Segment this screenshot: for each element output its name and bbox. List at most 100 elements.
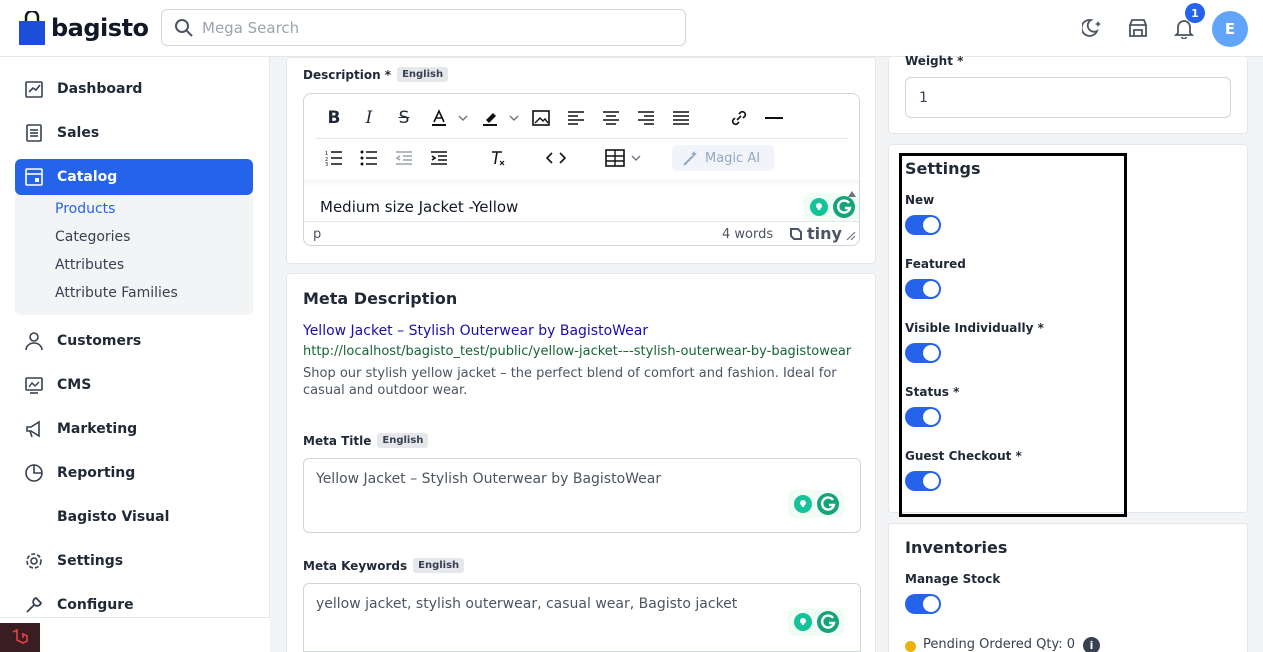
dashboard-icon	[23, 78, 45, 100]
notification-badge: 1	[1185, 3, 1205, 23]
manage-stock-toggle[interactable]	[905, 594, 941, 614]
sidebar-item-label: Dashboard	[57, 81, 143, 97]
lightbulb-icon	[793, 613, 812, 631]
sidebar-item-label: Configure	[57, 597, 134, 613]
search-input[interactable]	[202, 18, 642, 37]
meta-description-title: Meta Description	[303, 289, 458, 308]
chevron-down-icon[interactable]	[449, 104, 477, 132]
sidebar: Dashboard Sales Catalog Products Categor…	[0, 57, 270, 652]
submenu-attribute-families[interactable]: Attribute Families	[55, 285, 178, 301]
sidebar-footer	[0, 617, 270, 652]
storefront-icon[interactable]	[1126, 16, 1150, 40]
grammarly-icon	[816, 493, 839, 515]
sidebar-item-catalog[interactable]: Catalog	[15, 159, 253, 195]
catalog-submenu: Products Categories Attributes Attribute…	[15, 195, 253, 315]
pending-status-dot	[905, 641, 916, 652]
language-badge: English	[413, 558, 465, 573]
submenu-attributes[interactable]: Attributes	[55, 257, 124, 273]
resize-handle-icon[interactable]	[846, 230, 856, 245]
bagisto-logo[interactable]: bagisto	[19, 11, 149, 45]
align-center-icon[interactable]	[597, 104, 625, 132]
dark-mode-icon[interactable]	[1081, 16, 1105, 40]
reporting-icon	[23, 462, 45, 484]
catalog-icon	[23, 166, 45, 188]
settings-icon	[23, 550, 45, 572]
sidebar-item-marketing[interactable]: Marketing	[15, 411, 253, 447]
sidebar-item-label: Catalog	[57, 169, 118, 185]
sales-icon	[23, 122, 45, 144]
configure-icon	[23, 594, 45, 616]
clear-formatting-icon[interactable]	[483, 144, 511, 172]
laravel-debugbar-icon[interactable]	[0, 623, 40, 652]
chevron-down-icon[interactable]	[500, 104, 528, 132]
weight-label: Weight *	[905, 54, 964, 68]
bullet-list-icon[interactable]	[355, 144, 383, 172]
italic-icon[interactable]: I	[355, 104, 383, 132]
cms-icon	[23, 374, 45, 396]
horizontal-rule-icon[interactable]	[760, 104, 788, 132]
pending-ordered-qty: Pending Ordered Qty: 0	[923, 637, 1076, 652]
meta-keywords-field[interactable]: yellow jacket, stylish outerwear, casual…	[303, 583, 861, 652]
sidebar-item-label: Settings	[57, 553, 124, 569]
manage-stock-label: Manage Stock	[905, 572, 1001, 586]
mega-search[interactable]	[161, 9, 686, 46]
sidebar-item-label: CMS	[57, 377, 92, 393]
lightbulb-icon	[793, 495, 812, 513]
sidebar-item-reporting[interactable]: Reporting	[15, 455, 253, 491]
editor-toolbar-row-2: 123 Magic AI	[304, 138, 859, 178]
sidebar-item-sales[interactable]: Sales	[15, 115, 253, 151]
sidebar-item-bagisto-visual[interactable]: Bagisto Visual	[15, 499, 253, 535]
align-justify-icon[interactable]	[667, 104, 695, 132]
magic-wand-icon	[683, 151, 697, 166]
avatar[interactable]: E	[1212, 11, 1248, 47]
tiny-brand[interactable]: tiny	[788, 224, 842, 243]
weight-input[interactable]: 1	[905, 77, 1231, 118]
marketing-icon	[23, 418, 45, 440]
bold-icon[interactable]: B	[320, 104, 348, 132]
scroll-up-icon[interactable]	[848, 186, 856, 201]
seo-preview-title: Yellow Jacket – Stylish Outerwear by Bag…	[303, 323, 649, 339]
chevron-down-icon[interactable]	[622, 144, 650, 172]
sidebar-item-cms[interactable]: CMS	[15, 367, 253, 403]
indent-icon[interactable]	[425, 144, 453, 172]
sidebar-item-dashboard[interactable]: Dashboard	[15, 71, 253, 107]
meta-title-label: Meta Title English	[303, 433, 429, 448]
sidebar-item-label: Sales	[57, 125, 100, 141]
top-header: bagisto 1 E	[0, 0, 1263, 57]
lightbulb-icon	[809, 198, 828, 216]
strikethrough-icon[interactable]: S	[390, 104, 418, 132]
description-editor[interactable]: B I S 123 Magic AI Medium size Jacket -Y…	[303, 93, 860, 246]
inventories-title: Inventories	[905, 538, 1008, 557]
sidebar-item-settings[interactable]: Settings	[15, 543, 253, 579]
seo-preview-description: Shop our stylish yellow jacket – the per…	[303, 366, 837, 398]
grammarly-widget[interactable]	[788, 608, 844, 636]
grammarly-widget[interactable]	[788, 490, 844, 518]
search-icon	[175, 18, 193, 37]
meta-title-field[interactable]: Yellow Jacket – Stylish Outerwear by Bag…	[303, 458, 861, 533]
tiny-logo-icon	[790, 227, 802, 240]
editor-content[interactable]: Medium size Jacket -Yellow	[320, 198, 518, 216]
numbered-list-icon[interactable]: 123	[320, 144, 348, 172]
grammarly-icon	[816, 611, 839, 633]
align-right-icon[interactable]	[632, 104, 660, 132]
editor-statusbar: p 4 words tiny	[304, 221, 859, 245]
info-icon[interactable]: i	[1083, 637, 1100, 652]
svg-text:3: 3	[325, 162, 328, 166]
element-path: p	[313, 227, 322, 242]
submenu-categories[interactable]: Categories	[55, 229, 130, 245]
description-label: Description * English	[303, 67, 449, 82]
sidebar-item-customers[interactable]: Customers	[15, 323, 253, 359]
magic-ai-button[interactable]: Magic AI	[672, 145, 774, 171]
outdent-icon[interactable]	[390, 144, 418, 172]
word-count: 4 words	[722, 227, 774, 242]
editor-toolbar-row-1: B I S	[304, 98, 859, 138]
logo-text: bagisto	[51, 14, 149, 42]
language-badge: English	[397, 67, 449, 82]
meta-keywords-label: Meta Keywords English	[303, 558, 465, 573]
source-code-icon[interactable]	[542, 144, 570, 172]
submenu-products[interactable]: Products	[55, 201, 115, 217]
sidebar-item-label: Customers	[57, 333, 142, 349]
image-icon[interactable]	[527, 104, 555, 132]
link-icon[interactable]	[725, 104, 753, 132]
align-left-icon[interactable]	[562, 104, 590, 132]
